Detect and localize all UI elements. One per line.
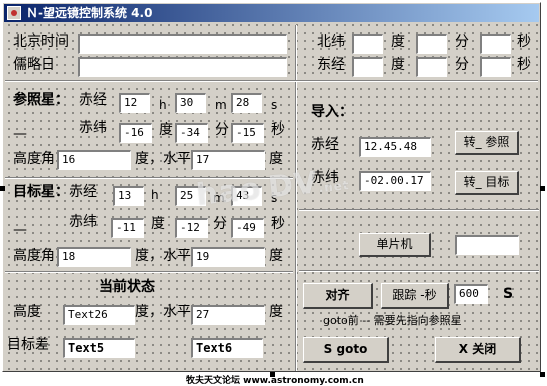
reference-star-title: 参照星： xyxy=(13,92,69,108)
target-dash: — xyxy=(13,222,27,238)
beijing-time-field[interactable] xyxy=(78,34,287,54)
latitude-min-field[interactable] xyxy=(416,34,447,54)
longitude-sec-unit: 秒 xyxy=(517,57,531,73)
target-dec-s-field[interactable]: -49 xyxy=(231,218,264,238)
target-ra-label: 赤经 xyxy=(69,184,97,200)
reference-ra-s-field[interactable]: 28 xyxy=(231,93,262,113)
reference-ra-s-unit: s xyxy=(271,98,278,112)
latitude-deg-field[interactable] xyxy=(352,34,383,54)
longitude-min-field[interactable] xyxy=(416,57,447,77)
target-dec-m-unit: 分 xyxy=(213,216,227,232)
latitude-min-unit: 分 xyxy=(455,34,469,50)
goto-button[interactable]: S goto xyxy=(303,337,389,363)
latitude-sec-unit: 秒 xyxy=(517,34,531,50)
target-azimuth-unit: 度 xyxy=(269,248,283,264)
status-azimuth-label: 度，水平 xyxy=(135,304,191,320)
target-dec-label: 赤纬 xyxy=(69,214,97,230)
status-azimuth-field[interactable]: 27 xyxy=(191,305,265,325)
difference-altitude-field[interactable]: Text5 xyxy=(63,338,135,358)
divider-status xyxy=(5,271,293,273)
target-dec-m-field[interactable]: -12 xyxy=(175,218,208,238)
reference-ra-h-unit: h xyxy=(159,98,167,112)
target-dec-d-field[interactable]: -11 xyxy=(111,218,144,238)
longitude-deg-field[interactable] xyxy=(352,57,383,77)
reference-ra-h-field[interactable]: 12 xyxy=(119,93,150,113)
import-ra-field[interactable]: 12.45.48 xyxy=(359,137,431,157)
julian-day-label: 儒略日 xyxy=(13,57,55,73)
set-target-button[interactable]: 转_ 目标 xyxy=(455,171,519,195)
app-icon xyxy=(7,6,21,20)
reference-dec-s-field[interactable]: -15 xyxy=(231,123,264,143)
status-title: 当前状态 xyxy=(99,279,155,295)
reference-altitude-field[interactable]: 16 xyxy=(57,150,131,170)
resize-handle-left[interactable] xyxy=(0,186,5,191)
import-dec-field[interactable]: -02.00.17 xyxy=(359,171,431,191)
longitude-sec-field[interactable] xyxy=(480,57,511,77)
status-altitude-field[interactable]: Text26 xyxy=(63,305,135,325)
reference-dec-d-unit: 度 xyxy=(159,122,173,138)
reference-ra-m-unit: m xyxy=(215,98,227,112)
reference-ra-label: 赤经 xyxy=(79,92,107,108)
track-unit-label: S xyxy=(503,286,514,302)
latitude-label: 北纬 xyxy=(317,34,345,50)
target-ra-h-unit: h xyxy=(151,188,159,202)
reference-dash: — xyxy=(13,126,27,142)
divider-controls xyxy=(299,270,539,272)
target-dec-d-unit: 度 xyxy=(151,216,165,232)
reference-dec-m-field[interactable]: -34 xyxy=(175,123,208,143)
reference-azimuth-label: 度，水平 xyxy=(135,151,191,167)
reference-altitude-label: 高度角 xyxy=(13,151,55,167)
track-button[interactable]: 跟踪 -秒 xyxy=(381,283,449,309)
footer-credit: 牧夫天文论坛 www.astronomy.com.cn xyxy=(186,376,364,386)
longitude-deg-unit: 度 xyxy=(391,57,405,73)
align-button[interactable]: 对齐 xyxy=(303,283,373,309)
reference-azimuth-unit: 度 xyxy=(269,151,283,167)
status-azimuth-unit: 度 xyxy=(269,304,283,320)
import-title: 导入： xyxy=(311,104,353,120)
latitude-deg-unit: 度 xyxy=(391,34,405,50)
track-seconds-field[interactable]: 600 xyxy=(454,284,488,304)
status-altitude-label: 高度 xyxy=(13,304,41,320)
title-bar: Ｎ-望远镜控制系统 4.0 xyxy=(4,4,539,22)
target-star-title: 目标星： xyxy=(13,184,69,200)
reference-dec-d-field[interactable]: -16 xyxy=(119,123,152,143)
reference-dec-s-unit: 秒 xyxy=(271,122,285,138)
set-reference-button[interactable]: 转_ 参照 xyxy=(455,131,519,155)
divider-top xyxy=(5,80,538,82)
resize-handle-right[interactable] xyxy=(540,186,545,191)
target-dec-s-unit: 秒 xyxy=(271,216,285,232)
reference-dec-label: 赤纬 xyxy=(79,120,107,136)
divider-import xyxy=(299,209,539,211)
target-ra-h-field[interactable]: 13 xyxy=(113,186,144,206)
beijing-time-label: 北京时间 xyxy=(13,34,69,50)
reference-dec-m-unit: 分 xyxy=(215,122,229,138)
julian-day-field[interactable] xyxy=(78,57,287,77)
target-altitude-label: 高度角 xyxy=(13,248,55,264)
window-title: Ｎ-望远镜控制系统 4.0 xyxy=(26,6,153,20)
mcu-button[interactable]: 单片机 xyxy=(359,233,431,257)
longitude-min-unit: 分 xyxy=(455,57,469,73)
goto-hint: goto前 -- 需要先指向参照星 xyxy=(323,314,462,327)
difference-azimuth-field[interactable]: Text6 xyxy=(191,338,263,358)
resize-handle-corner[interactable] xyxy=(540,372,545,377)
mcu-field[interactable] xyxy=(455,235,519,255)
import-ra-label: 赤经 xyxy=(311,137,339,153)
reference-azimuth-field[interactable]: 17 xyxy=(191,150,265,170)
reference-ra-m-field[interactable]: 30 xyxy=(175,93,206,113)
target-azimuth-label: 度，水平 xyxy=(135,248,191,264)
target-difference-label: 目标差 xyxy=(7,337,49,353)
target-altitude-field[interactable]: 18 xyxy=(57,247,131,267)
close-button[interactable]: X 关闭 xyxy=(435,337,521,363)
target-azimuth-field[interactable]: 19 xyxy=(191,247,265,267)
latitude-sec-field[interactable] xyxy=(480,34,511,54)
longitude-label: 东经 xyxy=(317,57,345,73)
